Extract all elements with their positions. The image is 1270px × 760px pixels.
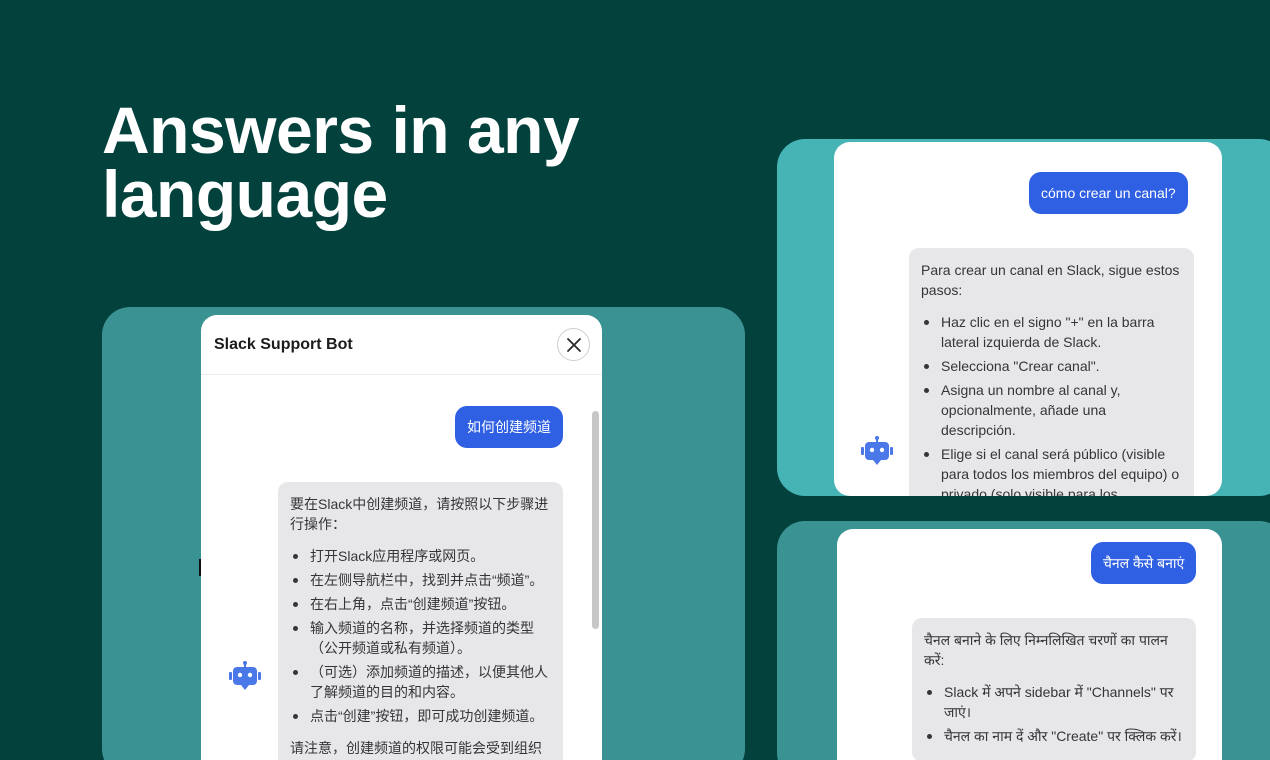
- list-item: चैनल का नाम दें और "Create" पर क्लिक करे…: [924, 726, 1184, 746]
- robot-icon: [229, 661, 261, 690]
- bot-steps-list: Slack में अपने sidebar में "Channels" पर…: [924, 682, 1184, 746]
- list-item: （可选）添加频道的描述，以便其他人了解频道的目的和内容。: [290, 662, 551, 702]
- bot-steps-list: 打开Slack应用程序或网页。 在左侧导航栏中，找到并点击“频道”。 在右上角，…: [290, 546, 551, 726]
- chat-header: Slack Support Bot: [201, 315, 602, 375]
- robot-icon: [861, 436, 893, 465]
- bot-message: Para crear un canal en Slack, sigue esto…: [909, 248, 1194, 496]
- bot-intro: चैनल बनाने के लिए निम्नलिखित चरणों का पा…: [924, 632, 1168, 668]
- user-message: cómo crear un canal?: [1029, 172, 1188, 214]
- headline-line-1: Answers in any: [102, 93, 580, 167]
- bot-steps-list: Haz clic en el signo "+" en la barra lat…: [921, 312, 1182, 496]
- bot-intro: Para crear un canal en Slack, sigue esto…: [921, 262, 1180, 298]
- chat-scrollbar[interactable]: [592, 411, 599, 629]
- list-item: 在左侧导航栏中，找到并点击“频道”。: [290, 570, 551, 590]
- list-item: Selecciona "Crear canal".: [921, 356, 1182, 376]
- list-item: 在右上角，点击“创建频道”按钮。: [290, 594, 551, 614]
- bot-message: चैनल बनाने के लिए निम्नलिखित चरणों का पा…: [912, 618, 1196, 760]
- user-message: चैनल कैसे बनाएं: [1091, 542, 1197, 584]
- list-item: 输入频道的名称，并选择频道的类型（公开频道或私有频道）。: [290, 618, 551, 658]
- user-message: 如何创建频道: [455, 406, 563, 448]
- chat-title: Slack Support Bot: [214, 335, 353, 353]
- list-item: 打开Slack应用程序或网页。: [290, 546, 551, 566]
- headline-line-2: language: [102, 157, 388, 231]
- bot-intro: 要在Slack中创建频道，请按照以下步骤进行操作：: [290, 496, 549, 532]
- list-item: 点击“创建”按钮，即可成功创建频道。: [290, 706, 551, 726]
- list-item: Elige si el canal será público (visible …: [921, 444, 1182, 496]
- list-item: Asigna un nombre al canal y, opcionalmen…: [921, 380, 1182, 440]
- spanish-chat-window: cómo crear un canal? Para crear un canal…: [834, 142, 1222, 496]
- hindi-chat-window: चैनल कैसे बनाएं चैनल बनाने के लिए निम्नल…: [837, 529, 1222, 760]
- headline: Answers in any language: [102, 97, 662, 227]
- list-item: Slack में अपने sidebar में "Channels" पर…: [924, 682, 1184, 722]
- bot-message: 要在Slack中创建频道，请按照以下步骤进行操作： 打开Slack应用程序或网页…: [278, 482, 563, 760]
- chinese-chat-window: Slack Support Bot 如何创建频道 要在Slack中创建频道，请按…: [201, 315, 602, 760]
- close-button[interactable]: [557, 328, 590, 361]
- bot-note: 请注意，创建频道的权限可能会受到组织: [290, 740, 542, 756]
- close-icon: [566, 337, 581, 352]
- list-item: Haz clic en el signo "+" en la barra lat…: [921, 312, 1182, 352]
